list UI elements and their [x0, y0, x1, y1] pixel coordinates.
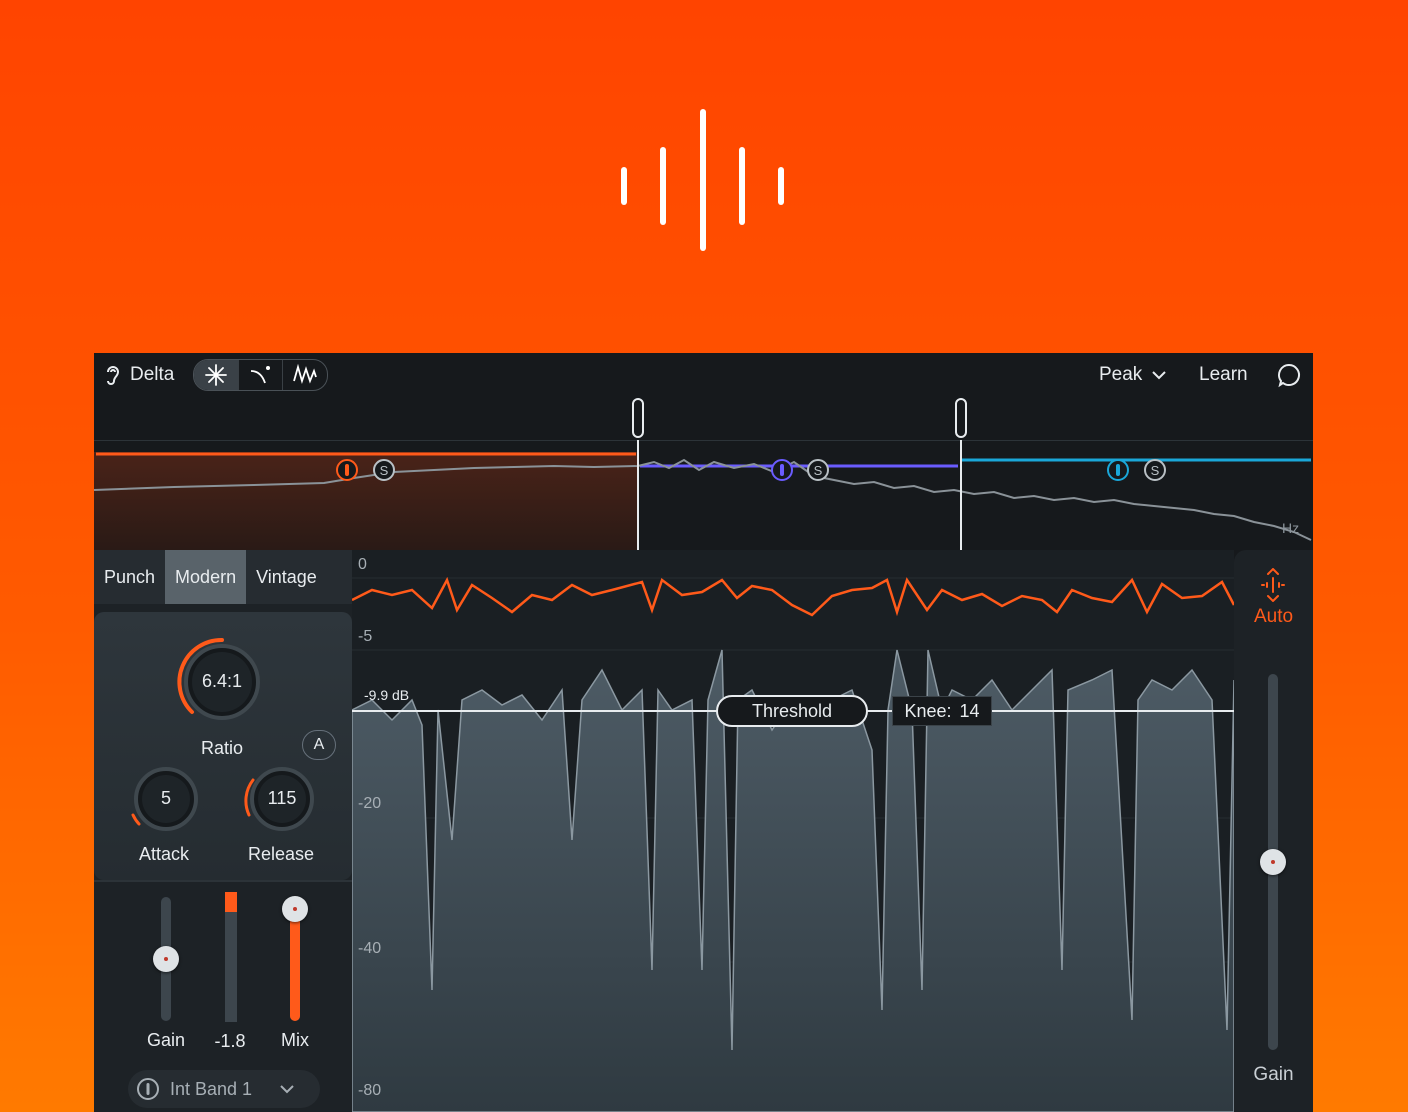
band-1-solo-label: S — [380, 463, 389, 478]
band-1-bypass-icon[interactable] — [336, 459, 358, 481]
compressor-style-tabs: Punch Modern Vintage — [94, 550, 352, 604]
delta-label: Delta — [130, 364, 175, 385]
mix-fader-thumb[interactable] — [282, 896, 308, 923]
chevron-down-icon — [1152, 371, 1167, 380]
wave-icon — [293, 363, 318, 385]
mode-button-curve[interactable] — [239, 360, 284, 390]
band-spectrum-view[interactable]: S S S — [94, 440, 1313, 550]
gain-reduction-graph[interactable]: 0 -5 -20 -40 -80 -9.9 dB Threshold Knee:… — [352, 550, 1234, 1112]
band-3-bypass-icon[interactable] — [1107, 459, 1129, 481]
attack-value: 5 — [160, 788, 171, 808]
band-2-bypass-icon[interactable] — [771, 459, 793, 481]
curve-icon — [250, 366, 270, 384]
axis-label-0: 0 — [358, 556, 367, 573]
tab-vintage[interactable]: Vintage — [246, 550, 327, 604]
compressor-controls-panel: Punch Modern Vintage 6.4:1 Ratio A 5 Att… — [94, 550, 352, 1112]
gain-reduction-trace — [352, 576, 1234, 617]
auto-gain-arrows-icon[interactable] — [1258, 568, 1288, 602]
compressor-plugin-window: Delta Peak Learn S S S Hz Punch Modern V… — [94, 353, 1313, 1112]
threshold-handle[interactable]: Threshold — [716, 695, 868, 727]
knee-value: 14 — [959, 700, 980, 721]
band-select-dropdown[interactable]: Int Band 1 — [128, 1070, 320, 1108]
band-2-solo-label: S — [814, 463, 823, 478]
axis-label-20: -20 — [358, 795, 382, 812]
gain-fader-thumb[interactable] — [153, 946, 179, 972]
knee-control[interactable]: Knee: 14 — [892, 696, 992, 726]
tab-modern[interactable]: Modern — [165, 550, 247, 604]
tab-punch[interactable]: Punch — [94, 550, 165, 604]
band-3-solo-label: S — [1151, 463, 1160, 478]
output-gain-panel: Auto Gain — [1234, 550, 1313, 1112]
mix-fader-label: Mix — [281, 1030, 309, 1050]
ratio-label: Ratio — [200, 738, 244, 758]
waveform-logo-icon — [621, 109, 784, 251]
output-gain-label: Gain — [1253, 1064, 1294, 1085]
chat-bubble-icon[interactable] — [1276, 362, 1302, 388]
sparkle-icon — [204, 364, 227, 386]
axis-label-80: -80 — [358, 1082, 382, 1099]
axis-label-5: -5 — [358, 628, 373, 645]
crossover-handle-1[interactable] — [632, 398, 644, 438]
knee-label: Knee: — [904, 700, 952, 721]
output-gain-fader-thumb[interactable] — [1260, 849, 1286, 875]
auto-release-button[interactable]: A — [302, 730, 336, 760]
mode-button-wave[interactable] — [283, 360, 327, 390]
panel-divider — [94, 880, 352, 882]
axis-label-40: -40 — [358, 940, 382, 957]
top-bar: Delta Peak Learn — [94, 353, 1313, 397]
delta-toggle[interactable]: Delta — [104, 361, 174, 389]
crossover-handle-2[interactable] — [955, 398, 967, 438]
release-value: 115 — [267, 788, 297, 808]
chevron-down-icon — [280, 1085, 294, 1094]
view-mode-group — [193, 359, 328, 391]
frequency-unit-label: Hz — [1282, 520, 1300, 536]
ear-icon — [107, 366, 120, 385]
band-select-value: Int Band 1 — [170, 1078, 253, 1099]
mix-fader-fill — [290, 909, 300, 1021]
release-label: Release — [247, 844, 315, 864]
detection-mode-value: Peak — [1099, 364, 1143, 385]
ratio-value: 6.4:1 — [201, 671, 243, 691]
mode-button-sparkle[interactable] — [194, 360, 239, 390]
detection-mode-dropdown[interactable]: Peak — [1099, 361, 1167, 389]
auto-gain-label[interactable]: Auto — [1234, 606, 1313, 628]
attack-label: Attack — [138, 844, 190, 864]
learn-button[interactable]: Learn — [1199, 361, 1248, 389]
output-meter-peak — [225, 892, 237, 912]
power-icon — [137, 1078, 159, 1100]
threshold-value: -9.9 dB — [364, 687, 410, 703]
